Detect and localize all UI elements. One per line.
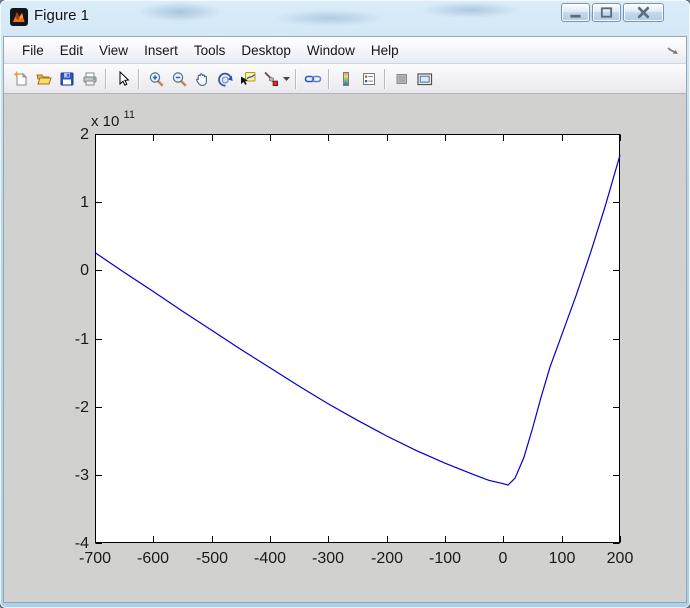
y-tick-label: -1 [75,331,89,348]
y-tick-label: 2 [80,126,89,143]
x-tick-label: -500 [196,550,228,567]
x-tick-label: 200 [607,550,634,567]
y-tick-label: -4 [75,535,89,552]
rotate-3d-icon [217,71,233,87]
toolbar-separator [384,69,386,89]
y-tick-label: -3 [75,467,89,484]
insert-legend-icon [361,71,377,87]
x-tick-label: 0 [499,550,508,567]
minimize-icon [562,3,589,22]
minimize-button[interactable] [561,3,590,22]
toolbar-separator [138,69,140,89]
menu-file[interactable]: File [14,39,52,62]
zoom-out-button[interactable] [167,67,190,91]
plot-background [95,134,620,543]
brush-dropdown-caret-icon[interactable] [282,67,291,91]
pan-button[interactable] [190,67,213,91]
x-tick-label: 100 [549,550,576,567]
figure-window: Figure 1 File Edit Vie [0,0,690,608]
brush-data-icon [263,71,279,87]
new-figure-icon [13,71,29,87]
menu-help[interactable]: Help [363,39,407,62]
save-figure-button[interactable] [55,67,78,91]
open-file-button[interactable] [32,67,55,91]
x-tick-label: -400 [254,550,286,567]
insert-colorbar-icon [338,71,354,87]
insert-legend-button[interactable] [357,67,380,91]
zoom-in-icon [148,71,164,87]
x-tick-label: -300 [312,550,344,567]
close-icon [624,3,663,22]
insert-colorbar-button[interactable] [334,67,357,91]
hide-plot-tools-button[interactable] [390,67,413,91]
close-button[interactable] [623,3,664,22]
y-tick-label: 1 [80,194,89,211]
toolbar-separator [105,69,107,89]
show-plot-tools-button[interactable] [413,67,436,91]
save-figure-icon [59,71,75,87]
window-controls [561,3,664,22]
zoom-out-icon [171,71,187,87]
maximize-icon [593,3,620,22]
matlab-logo-icon [10,8,28,26]
x-tick-label: -200 [371,550,403,567]
y-axis-exponent-label: x 10 11 [91,109,135,130]
x-tick-label: -600 [137,550,169,567]
toolbar-separator [295,69,297,89]
maximize-button[interactable] [592,3,621,22]
link-plot-icon [304,71,322,87]
data-cursor-icon [240,71,256,87]
figure-client-area: File Edit View Insert Tools Desktop Wind… [4,37,686,602]
plot-axes[interactable]: -700 -600 -500 -400 -300 -200 -100 0 100 200 -4 -3 -… [4,94,686,601]
edit-plot-button[interactable] [111,67,134,91]
pan-hand-icon [194,71,210,87]
menu-view[interactable]: View [91,39,136,62]
x-tick-label: -700 [79,550,111,567]
hide-plot-tools-icon [394,71,410,87]
window-title: Figure 1 [34,7,89,24]
rotate-3d-button[interactable] [213,67,236,91]
edit-plot-arrow-icon [115,71,131,87]
menu-edit[interactable]: Edit [52,39,91,62]
new-figure-button[interactable] [9,67,32,91]
menu-overflow-arrow-icon[interactable] [666,44,680,56]
menu-tools[interactable]: Tools [186,39,234,62]
brush-data-button[interactable] [259,67,282,91]
menu-insert[interactable]: Insert [136,39,186,62]
figure-toolbar [4,64,686,94]
toolbar-separator [328,69,330,89]
menu-window[interactable]: Window [299,39,363,62]
menu-bar: File Edit View Insert Tools Desktop Wind… [4,37,686,64]
y-tick-label: 0 [80,262,89,279]
print-figure-icon [82,71,98,87]
menu-desktop[interactable]: Desktop [233,39,299,62]
zoom-in-button[interactable] [144,67,167,91]
x-tick-label: -100 [429,550,461,567]
y-tick-label: -2 [75,399,89,416]
open-file-icon [36,71,52,87]
link-plot-button[interactable] [301,67,324,91]
show-plot-tools-icon [416,71,434,87]
title-bar[interactable]: Figure 1 [0,0,690,37]
figure-canvas: -700 -600 -500 -400 -300 -200 -100 0 100 200 -4 -3 -… [4,94,686,601]
print-figure-button[interactable] [78,67,101,91]
data-cursor-button[interactable] [236,67,259,91]
